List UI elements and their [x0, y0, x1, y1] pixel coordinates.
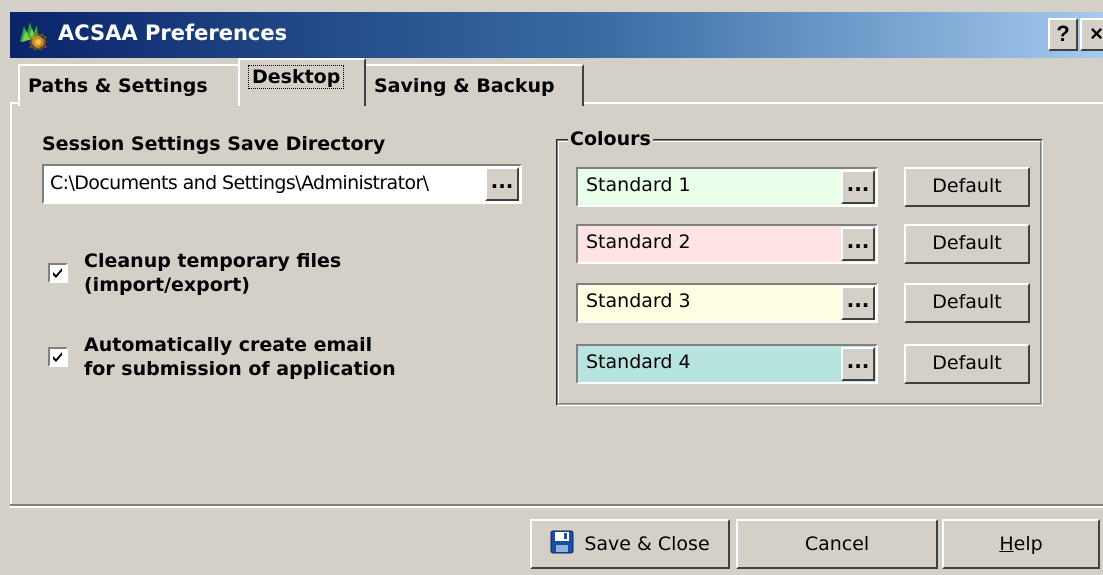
- tab-desktop[interactable]: Desktop: [238, 58, 366, 106]
- colours-group-title: Colours: [568, 128, 653, 150]
- active-tab-join: [240, 100, 364, 106]
- close-button[interactable]: ×: [1080, 18, 1103, 51]
- colour-browse-button[interactable]: ...: [841, 227, 875, 261]
- colour-browse-button[interactable]: ...: [841, 170, 875, 204]
- session-dir-label: Session Settings Save Directory: [42, 133, 386, 155]
- help-label-rest: elp: [1013, 533, 1043, 555]
- auto-email-line2: for submission of application: [84, 358, 396, 380]
- colour-browse-button[interactable]: ...: [841, 286, 875, 320]
- default-button-standard-3[interactable]: Default: [904, 283, 1030, 323]
- colour-label: Standard 1: [586, 174, 691, 196]
- title-bar[interactable]: ACSAA Preferences ? ×: [10, 12, 1103, 58]
- session-dir-value[interactable]: C:\Documents and Settings\Administrator\: [50, 172, 486, 194]
- cleanup-temp-option[interactable]: Cleanup temporary files (import/export): [48, 249, 341, 297]
- colour-label: Standard 4: [586, 351, 691, 373]
- tab-desktop-label: Desktop: [248, 65, 345, 89]
- auto-email-option[interactable]: Automatically create email for submissio…: [48, 333, 396, 381]
- check-icon: [53, 268, 62, 278]
- cleanup-temp-line1: Cleanup temporary files: [84, 250, 342, 272]
- colour-field-standard-2[interactable]: Standard 2 ...: [576, 224, 878, 264]
- help-label: Help: [999, 533, 1042, 555]
- default-button-standard-4[interactable]: Default: [904, 344, 1030, 384]
- colour-field-standard-4[interactable]: Standard 4 ...: [576, 344, 878, 384]
- app-icon: [16, 20, 50, 51]
- auto-email-line1: Automatically create email: [84, 334, 373, 356]
- check-icon: [53, 352, 62, 362]
- auto-email-checkbox[interactable]: [48, 347, 68, 367]
- auto-email-label: Automatically create email for submissio…: [84, 333, 396, 381]
- colour-label: Standard 2: [586, 231, 691, 253]
- colour-field-standard-3[interactable]: Standard 3 ...: [576, 283, 878, 323]
- session-dir-field[interactable]: C:\Documents and Settings\Administrator\…: [42, 164, 522, 204]
- help-button[interactable]: Help: [942, 519, 1100, 569]
- tab-paths-settings[interactable]: Paths & Settings: [18, 64, 240, 106]
- colour-browse-button[interactable]: ...: [841, 347, 875, 381]
- colour-field-standard-1[interactable]: Standard 1 ...: [576, 167, 878, 207]
- close-icon: ×: [1090, 21, 1103, 46]
- save-close-button[interactable]: Save & Close: [530, 519, 730, 569]
- save-close-label: Save & Close: [584, 533, 710, 555]
- cleanup-temp-label: Cleanup temporary files (import/export): [84, 249, 341, 297]
- browse-dir-button[interactable]: ...: [485, 167, 519, 201]
- help-title-button[interactable]: ?: [1048, 18, 1078, 51]
- floppy-disk-icon: [550, 530, 574, 559]
- default-button-standard-2[interactable]: Default: [904, 224, 1030, 264]
- colour-label: Standard 3: [586, 290, 691, 312]
- footer-separator: [10, 504, 1103, 508]
- cleanup-temp-line2: (import/export): [84, 274, 250, 296]
- cleanup-temp-checkbox[interactable]: [48, 263, 68, 283]
- default-button-standard-1[interactable]: Default: [904, 167, 1030, 207]
- cancel-button[interactable]: Cancel: [736, 519, 938, 569]
- help-mnemonic: H: [999, 533, 1014, 555]
- tab-saving-backup[interactable]: Saving & Backup: [364, 64, 584, 106]
- window-title: ACSAA Preferences: [58, 21, 288, 45]
